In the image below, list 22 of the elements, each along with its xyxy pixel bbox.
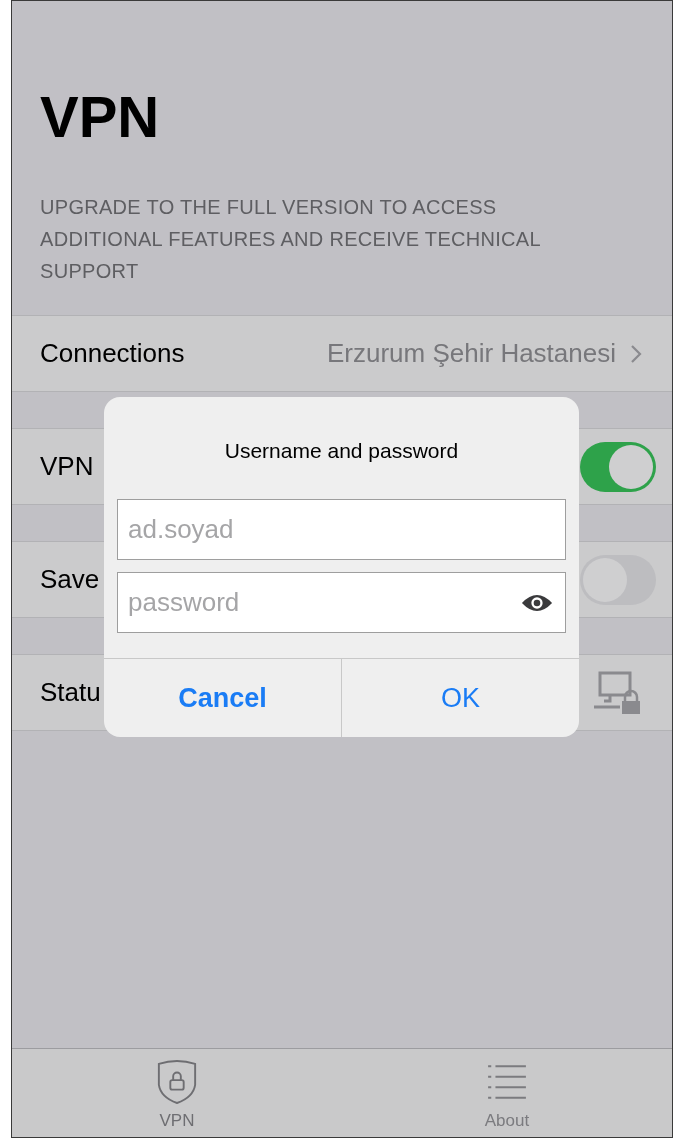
computer-lock-icon (592, 670, 642, 715)
settings-row[interactable]: Connections Erzurum Şehir Hastanesi (12, 315, 672, 392)
row-label: Connections (40, 338, 185, 369)
shield-lock-icon (156, 1059, 198, 1105)
toggle-switch[interactable] (580, 554, 656, 605)
tab-item[interactable]: VPN (12, 1049, 342, 1137)
username-field[interactable]: ad.soyad (117, 499, 566, 560)
chevron-icon (630, 343, 642, 364)
dialog-title: Username and password (223, 439, 460, 463)
cancel-button[interactable]: Cancel (104, 659, 341, 737)
toggle-switch[interactable] (580, 441, 656, 492)
tab-item[interactable]: About (342, 1049, 672, 1137)
username-input[interactable]: ad.soyad (126, 513, 553, 546)
row-label: VPN (40, 451, 94, 482)
password-input[interactable]: password (126, 586, 521, 619)
upgrade-notice: UPGRADE TO THE FULL VERSION TO ACCESS ADDITIONAL FEATURES AND RECEIVE TECHNICAL SUPPORT (40, 195, 542, 284)
row-value: Erzurum Şehir Hastanesi (327, 338, 616, 369)
ok-button[interactable]: OK (341, 659, 579, 737)
row-label: Save (40, 564, 100, 595)
row-label: Statu (40, 677, 101, 708)
page-title: VPN (40, 85, 161, 149)
password-field[interactable]: password (117, 572, 566, 633)
